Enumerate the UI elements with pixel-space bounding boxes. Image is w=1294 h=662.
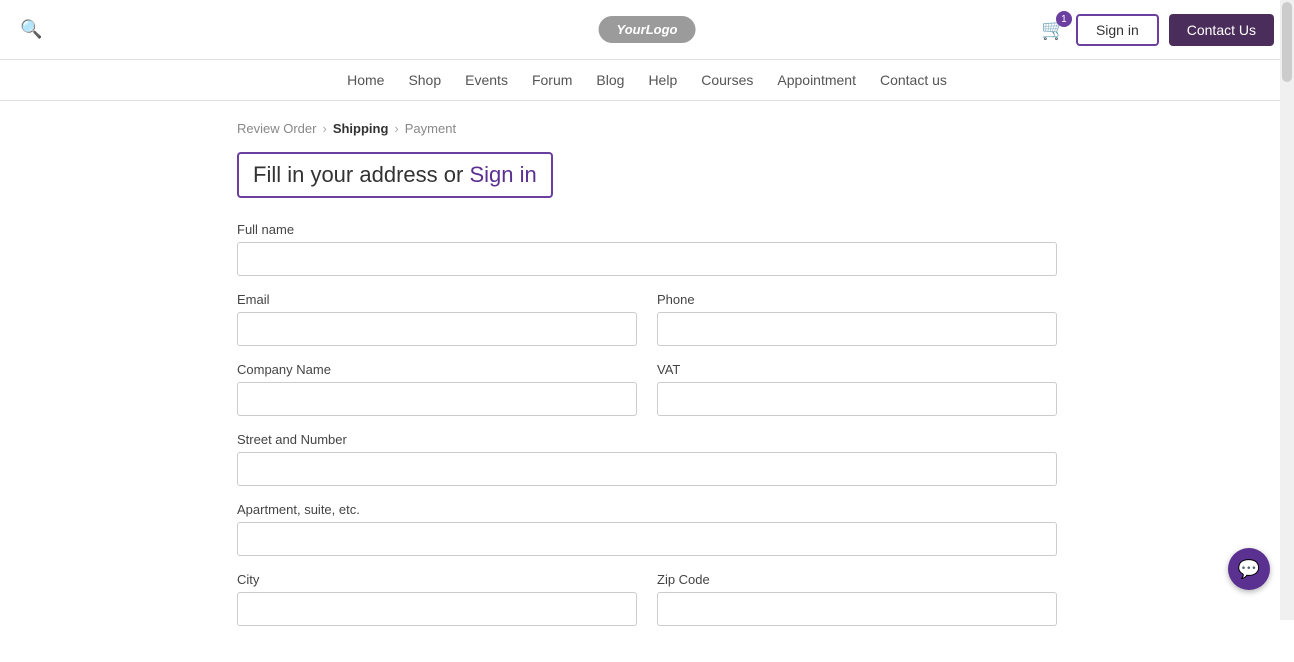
nav-blog[interactable]: Blog	[596, 72, 624, 88]
company-vat-row: Company Name VAT	[237, 362, 1057, 416]
signin-button[interactable]: Sign in	[1076, 14, 1159, 46]
apartment-group: Apartment, suite, etc.	[237, 502, 1057, 556]
street-input[interactable]	[237, 452, 1057, 486]
city-zip-row: City Zip Code	[237, 572, 1057, 626]
fullname-input[interactable]	[237, 242, 1057, 276]
contact-button[interactable]: Contact Us	[1169, 14, 1274, 46]
main-content: Review Order › Shipping › Payment Fill i…	[217, 101, 1077, 662]
chat-icon: 💬	[1238, 559, 1260, 580]
apartment-input[interactable]	[237, 522, 1057, 556]
scrollbar-thumb[interactable]	[1282, 2, 1292, 82]
scrollbar-track[interactable]	[1280, 0, 1294, 620]
nav-events[interactable]: Events	[465, 72, 508, 88]
logo: YourLogo	[599, 16, 696, 43]
page-heading: Fill in your address or Sign in	[237, 152, 553, 198]
zip-input[interactable]	[657, 592, 1057, 626]
search-button[interactable]: 🔍	[20, 19, 42, 40]
street-row: Street and Number	[237, 432, 1057, 486]
street-label: Street and Number	[237, 432, 1057, 447]
company-input[interactable]	[237, 382, 637, 416]
logo-your: Your	[617, 22, 646, 37]
fullname-row: Full name	[237, 222, 1057, 276]
zip-label: Zip Code	[657, 572, 1057, 587]
city-input[interactable]	[237, 592, 637, 626]
fullname-group: Full name	[237, 222, 1057, 276]
nav-home[interactable]: Home	[347, 72, 384, 88]
city-group: City	[237, 572, 637, 626]
cart-button[interactable]: 🛒 1	[1041, 17, 1066, 42]
header-right: 🛒 1 Sign in Contact Us	[1041, 14, 1274, 46]
email-group: Email	[237, 292, 637, 346]
heading-signin-link[interactable]: Sign in	[469, 162, 536, 187]
breadcrumb-step3: Payment	[405, 121, 456, 136]
logo-wrap: YourLogo	[599, 16, 696, 43]
email-input[interactable]	[237, 312, 637, 346]
company-label: Company Name	[237, 362, 637, 377]
apartment-label: Apartment, suite, etc.	[237, 502, 1057, 517]
header-left: 🔍	[20, 19, 42, 40]
breadcrumb-sep2: ›	[394, 121, 398, 136]
breadcrumb-sep1: ›	[322, 121, 326, 136]
nav-contact-us[interactable]: Contact us	[880, 72, 947, 88]
street-group: Street and Number	[237, 432, 1057, 486]
breadcrumb-step1: Review Order	[237, 121, 316, 136]
city-label: City	[237, 572, 637, 587]
cart-badge: 1	[1056, 11, 1072, 27]
nav-courses[interactable]: Courses	[701, 72, 753, 88]
logo-logo: Logo	[646, 22, 678, 37]
apartment-row: Apartment, suite, etc.	[237, 502, 1057, 556]
heading-or-text: or	[438, 162, 470, 187]
phone-input[interactable]	[657, 312, 1057, 346]
heading-main-text: Fill in your address	[253, 162, 438, 187]
phone-label: Phone	[657, 292, 1057, 307]
chat-bubble-button[interactable]: 💬	[1228, 548, 1270, 590]
fullname-label: Full name	[237, 222, 1057, 237]
email-phone-row: Email Phone	[237, 292, 1057, 346]
vat-group: VAT	[657, 362, 1057, 416]
nav-help[interactable]: Help	[648, 72, 677, 88]
breadcrumb-step2: Shipping	[333, 121, 389, 136]
vat-input[interactable]	[657, 382, 1057, 416]
company-group: Company Name	[237, 362, 637, 416]
phone-group: Phone	[657, 292, 1057, 346]
nav-appointment[interactable]: Appointment	[777, 72, 856, 88]
nav-shop[interactable]: Shop	[408, 72, 441, 88]
header: 🔍 YourLogo 🛒 1 Sign in Contact Us	[0, 0, 1294, 60]
main-nav: Home Shop Events Forum Blog Help Courses…	[0, 60, 1294, 101]
email-label: Email	[237, 292, 637, 307]
nav-forum[interactable]: Forum	[532, 72, 572, 88]
zip-group: Zip Code	[657, 572, 1057, 626]
breadcrumb: Review Order › Shipping › Payment	[237, 121, 1057, 136]
vat-label: VAT	[657, 362, 1057, 377]
